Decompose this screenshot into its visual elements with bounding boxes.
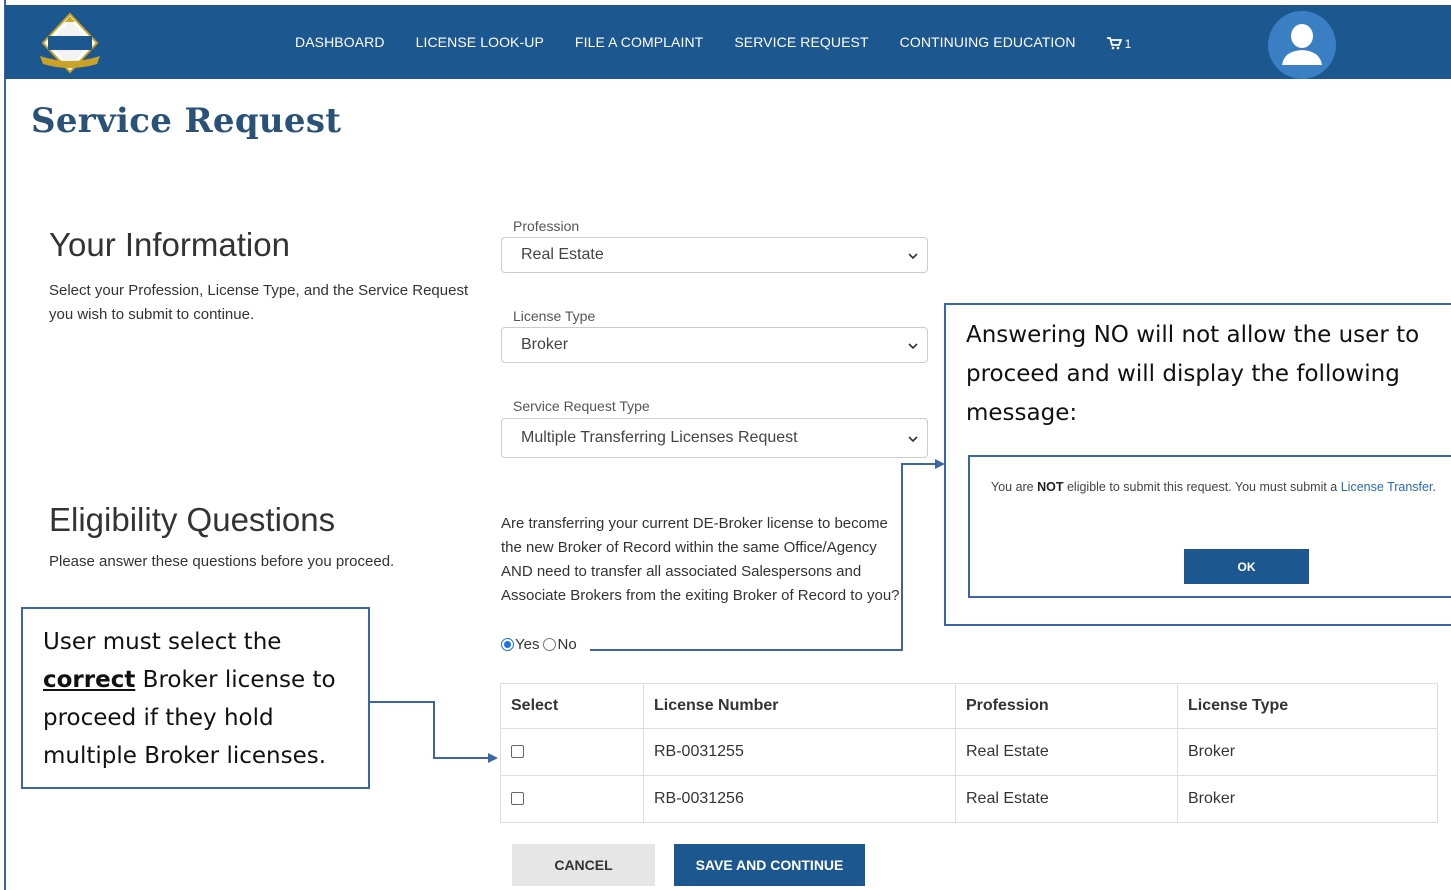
annotation-emphasis: correct (43, 667, 136, 693)
column-header-license-type: License Type (1177, 683, 1438, 729)
annotation-line: proceed if they hold (43, 705, 274, 731)
cancel-button[interactable]: CANCEL (512, 844, 655, 886)
annotation-line-rest: Broker license to (135, 667, 336, 693)
service-request-type-value: Multiple Transferring Licenses Request (521, 429, 798, 446)
chevron-down-icon (908, 253, 918, 260)
table-cell-license-type: Broker (1177, 775, 1438, 823)
annotation-answer-no: Answering NO will not allow the user to … (944, 303, 1451, 626)
chevron-down-icon (908, 436, 918, 443)
message-emphasis: NOT (1037, 480, 1064, 494)
table-row: RB-0031255 Real Estate Broker (500, 728, 1438, 776)
nav-dashboard[interactable]: DASHBOARD (295, 34, 385, 50)
message-text: You are (991, 480, 1038, 494)
main-nav: DASHBOARD LICENSE LOOK-UP FILE A COMPLAI… (295, 5, 1131, 79)
your-information-description: Select your Profession, License Type, an… (49, 282, 469, 323)
license-type-select[interactable]: Broker (501, 327, 928, 363)
chevron-down-icon (908, 343, 918, 350)
table-cell-license-number: RB-0031255 (643, 728, 956, 776)
column-header-license-number: License Number (643, 683, 956, 729)
table-cell-select (500, 775, 644, 823)
profession-value: Real Estate (521, 246, 604, 263)
cart-icon (1106, 37, 1122, 50)
table-header-row: Select License Number Profession License… (500, 683, 1438, 729)
nav-license-lookup[interactable]: LICENSE LOOK-UP (416, 34, 544, 50)
column-header-select: Select (500, 683, 644, 729)
radio-no-label[interactable]: No (557, 636, 576, 653)
eligibility-heading: Eligibility Questions (49, 501, 336, 538)
table-cell-profession: Real Estate (955, 775, 1178, 823)
radio-yes[interactable] (501, 638, 514, 651)
eligibility-radio-group: Yes No (501, 636, 577, 653)
save-and-continue-button[interactable]: SAVE AND CONTINUE (674, 844, 865, 886)
ineligible-message: You are NOT eligible to submit this requ… (991, 477, 1451, 498)
nav-continuing-education[interactable]: CONTINUING EDUCATION (900, 34, 1076, 50)
user-avatar[interactable] (1268, 11, 1336, 79)
table-cell-license-number: RB-0031256 (643, 775, 956, 823)
eligibility-question: Are transferring your current DE-Broker … (501, 515, 900, 604)
annotation-line: multiple Broker licenses. (43, 743, 327, 769)
nav-file-complaint[interactable]: FILE A COMPLAINT (575, 34, 703, 50)
message-text: eligible to submit this request. You mus… (1063, 480, 1341, 494)
ineligible-message-dialog: You are NOT eligible to submit this requ… (968, 455, 1451, 598)
radio-no[interactable] (543, 638, 557, 651)
ok-button[interactable]: OK (1184, 549, 1309, 584)
table-cell-license-type: Broker (1177, 728, 1438, 776)
cart-count: 1 (1124, 36, 1132, 51)
agency-logo[interactable] (35, 12, 105, 74)
license-checkbox[interactable] (511, 745, 524, 759)
profession-select[interactable]: Real Estate (501, 237, 928, 273)
service-request-type-select[interactable]: Multiple Transferring Licenses Request (501, 418, 928, 458)
nav-service-request[interactable]: SERVICE REQUEST (734, 34, 868, 50)
license-type-label: License Type (513, 308, 596, 324)
message-text: . (1432, 480, 1436, 494)
your-information-heading: Your Information (49, 226, 290, 263)
license-checkbox[interactable] (511, 792, 524, 806)
user-icon (1282, 24, 1322, 65)
eligibility-description: Please answer these questions before you… (49, 553, 395, 570)
profession-label: Profession (513, 218, 580, 234)
table-cell-profession: Real Estate (955, 728, 1178, 776)
license-transfer-link[interactable]: License Transfer (1341, 480, 1433, 494)
page-title: Service Request (31, 101, 342, 141)
annotation-line: correct Broker license to (43, 661, 348, 699)
annotation-select-license: User must select the correct Broker lice… (21, 607, 370, 789)
license-table: Select License Number Profession License… (500, 683, 1438, 823)
annotation-line: User must select the (43, 629, 282, 655)
cart-button[interactable]: 1 (1106, 36, 1132, 51)
table-cell-select (500, 728, 644, 776)
radio-yes-label[interactable]: Yes (515, 636, 539, 653)
annotation-text: Answering NO will not allow the user to … (966, 322, 1420, 426)
top-nav: DASHBOARD LICENSE LOOK-UP FILE A COMPLAI… (5, 5, 1451, 79)
column-header-profession: Profession (955, 683, 1178, 729)
license-type-value: Broker (521, 336, 569, 353)
table-row: RB-0031256 Real Estate Broker (500, 775, 1438, 823)
service-request-type-label: Service Request Type (513, 398, 650, 414)
